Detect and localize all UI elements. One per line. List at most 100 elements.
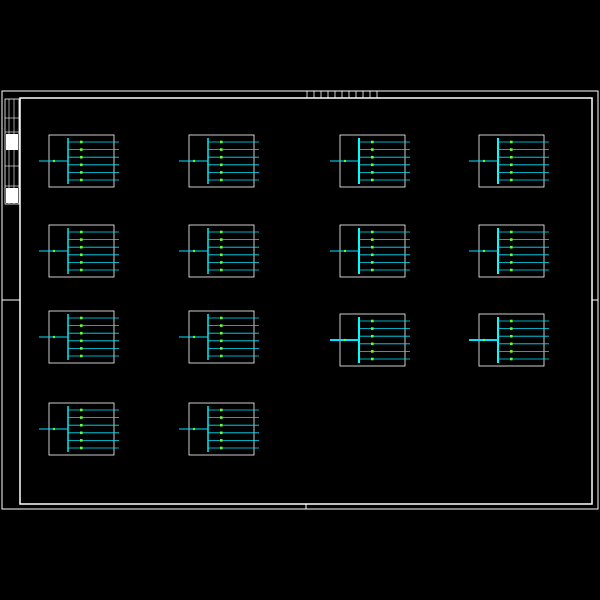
branch-breaker-symbol xyxy=(220,446,223,450)
branch-breaker-symbol xyxy=(80,439,83,442)
main-breaker-symbol xyxy=(192,159,196,163)
main-breaker-symbol xyxy=(343,249,347,253)
branch-breaker-symbol xyxy=(371,319,374,323)
branch-breaker-symbol xyxy=(220,408,223,412)
branch-breaker-symbol xyxy=(80,354,83,358)
branch-breaker-symbol xyxy=(510,155,513,159)
branch-breaker-symbol xyxy=(371,327,374,330)
branch-breaker-symbol xyxy=(510,163,513,167)
branch-breaker-symbol xyxy=(80,230,83,234)
branch-breaker-symbol xyxy=(220,253,223,257)
branch-breaker-symbol xyxy=(371,178,374,182)
branch-breaker-symbol xyxy=(80,140,83,144)
branch-breaker-symbol xyxy=(220,245,223,249)
branch-breaker-symbol xyxy=(80,253,83,257)
main-breaker-symbol xyxy=(482,159,486,163)
branch-breaker-symbol xyxy=(80,423,83,427)
branch-breaker-symbol xyxy=(80,331,83,335)
branch-breaker-symbol xyxy=(220,230,223,234)
branch-breaker-symbol xyxy=(80,261,83,264)
branch-breaker-symbol xyxy=(80,268,83,272)
branch-breaker-symbol xyxy=(80,178,83,182)
branch-breaker-symbol xyxy=(510,261,513,264)
branch-breaker-symbol xyxy=(80,245,83,249)
branch-breaker-symbol xyxy=(510,230,513,234)
branch-breaker-symbol xyxy=(371,140,374,144)
branch-breaker-symbol xyxy=(220,261,223,264)
branch-breaker-symbol xyxy=(371,245,374,249)
branch-breaker-symbol xyxy=(80,347,83,350)
main-breaker-symbol xyxy=(52,335,56,339)
branch-breaker-symbol xyxy=(220,331,223,335)
branch-breaker-symbol xyxy=(220,339,223,343)
branch-breaker-symbol xyxy=(510,148,513,151)
branch-breaker-symbol xyxy=(220,431,223,435)
branch-breaker-symbol xyxy=(220,416,223,419)
branch-breaker-symbol xyxy=(80,408,83,412)
branch-breaker-symbol xyxy=(80,163,83,167)
branch-breaker-symbol xyxy=(220,324,223,327)
main-breaker-symbol xyxy=(192,427,196,431)
branch-breaker-symbol xyxy=(371,155,374,159)
branch-breaker-symbol xyxy=(220,155,223,159)
branch-breaker-symbol xyxy=(80,171,83,174)
branch-breaker-symbol xyxy=(371,261,374,264)
branch-breaker-symbol xyxy=(510,357,513,361)
branch-breaker-symbol xyxy=(220,268,223,272)
branch-breaker-symbol xyxy=(371,148,374,151)
branch-breaker-symbol xyxy=(371,342,374,346)
main-breaker-symbol xyxy=(482,249,486,253)
branch-breaker-symbol xyxy=(371,268,374,272)
branch-breaker-symbol xyxy=(80,155,83,159)
branch-breaker-symbol xyxy=(510,334,513,338)
branch-breaker-symbol xyxy=(220,423,223,427)
branch-breaker-symbol xyxy=(510,245,513,249)
branch-breaker-symbol xyxy=(371,350,374,353)
branch-breaker-symbol xyxy=(371,238,374,241)
branch-breaker-symbol xyxy=(510,253,513,257)
branch-breaker-symbol xyxy=(510,238,513,241)
branch-breaker-symbol xyxy=(220,178,223,182)
main-breaker-symbol xyxy=(343,338,347,342)
branch-breaker-symbol xyxy=(510,178,513,182)
branch-breaker-symbol xyxy=(371,171,374,174)
background xyxy=(0,0,600,600)
branch-breaker-symbol xyxy=(371,253,374,257)
branch-breaker-symbol xyxy=(510,319,513,323)
main-breaker-symbol xyxy=(192,249,196,253)
branch-breaker-symbol xyxy=(80,324,83,327)
branch-breaker-symbol xyxy=(80,431,83,435)
branch-breaker-symbol xyxy=(510,268,513,272)
main-breaker-symbol xyxy=(52,159,56,163)
branch-breaker-symbol xyxy=(371,163,374,167)
branch-breaker-symbol xyxy=(371,230,374,234)
branch-breaker-symbol xyxy=(80,238,83,241)
main-breaker-symbol xyxy=(192,335,196,339)
branch-breaker-symbol xyxy=(80,316,83,320)
branch-breaker-symbol xyxy=(220,148,223,151)
branch-breaker-symbol xyxy=(220,140,223,144)
branch-breaker-symbol xyxy=(371,357,374,361)
branch-breaker-symbol xyxy=(220,163,223,167)
branch-breaker-symbol xyxy=(80,339,83,343)
branch-breaker-symbol xyxy=(220,354,223,358)
branch-breaker-symbol xyxy=(80,416,83,419)
stamp-block-1 xyxy=(6,134,18,150)
branch-breaker-symbol xyxy=(510,327,513,330)
branch-breaker-symbol xyxy=(510,140,513,144)
branch-breaker-symbol xyxy=(80,446,83,450)
branch-breaker-symbol xyxy=(510,350,513,353)
branch-breaker-symbol xyxy=(510,342,513,346)
main-breaker-symbol xyxy=(482,338,486,342)
branch-breaker-symbol xyxy=(510,171,513,174)
branch-breaker-symbol xyxy=(80,148,83,151)
branch-breaker-symbol xyxy=(220,171,223,174)
cad-drawing-canvas xyxy=(0,0,600,600)
branch-breaker-symbol xyxy=(371,334,374,338)
main-breaker-symbol xyxy=(52,249,56,253)
main-breaker-symbol xyxy=(343,159,347,163)
branch-breaker-symbol xyxy=(220,316,223,320)
stamp-block-2 xyxy=(6,188,18,203)
branch-breaker-symbol xyxy=(220,439,223,442)
branch-breaker-symbol xyxy=(220,238,223,241)
